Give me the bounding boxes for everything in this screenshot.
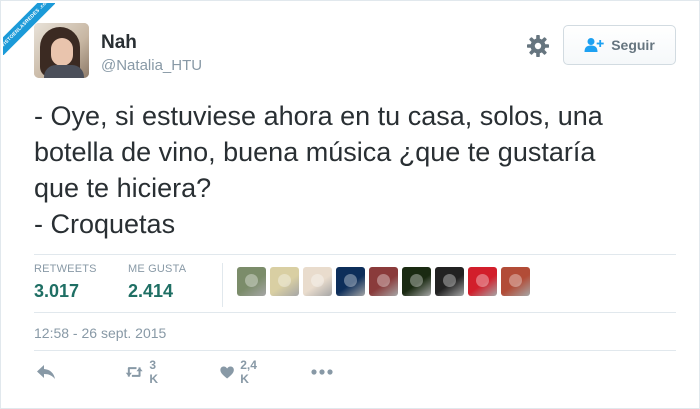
retweets-label: RETWEETS bbox=[34, 263, 97, 275]
tweet-text: - Oye, si estuviese ahora en tu casa, so… bbox=[34, 98, 674, 242]
divider bbox=[34, 350, 676, 351]
like-button[interactable]: 2,4 K bbox=[220, 358, 262, 386]
liker-avatar[interactable] bbox=[468, 267, 497, 296]
retweets-stat[interactable]: RETWEETS 3.017 bbox=[34, 263, 97, 302]
likes-label: ME GUSTA bbox=[128, 263, 187, 275]
gear-icon[interactable] bbox=[526, 34, 550, 58]
more-button[interactable] bbox=[311, 358, 333, 386]
liker-avatar[interactable] bbox=[435, 267, 464, 296]
tweet-line: - Oye, si estuviese ahora en tu casa, so… bbox=[34, 101, 603, 131]
retweet-count: 3 K bbox=[149, 358, 159, 386]
divider bbox=[34, 254, 676, 255]
liker-avatar[interactable] bbox=[303, 267, 332, 296]
reply-icon bbox=[37, 365, 55, 379]
timestamp[interactable]: 12:58 - 26 sept. 2015 bbox=[34, 325, 166, 341]
retweets-value: 3.017 bbox=[34, 281, 80, 301]
more-icon bbox=[311, 369, 333, 375]
follow-button[interactable]: Seguir bbox=[563, 25, 676, 65]
follow-label: Seguir bbox=[611, 37, 655, 53]
liker-avatar[interactable] bbox=[369, 267, 398, 296]
tweet-line: - Croquetas bbox=[34, 209, 176, 239]
tweet-line: que te hiciera? bbox=[34, 173, 212, 203]
stats-separator bbox=[222, 263, 223, 307]
tweet-card: VISTOENLASREDES .com Nah @Natalia_HTU Se… bbox=[0, 0, 700, 409]
reply-button[interactable] bbox=[36, 358, 56, 386]
tweet-line: botella de vino, buena música ¿que te gu… bbox=[34, 137, 596, 167]
like-count: 2,4 K bbox=[240, 358, 257, 386]
liker-avatar[interactable] bbox=[270, 267, 299, 296]
liker-avatar[interactable] bbox=[336, 267, 365, 296]
likes-value: 2.414 bbox=[128, 281, 174, 301]
retweet-icon bbox=[125, 367, 143, 377]
liker-avatars bbox=[237, 267, 530, 296]
retweet-button[interactable]: 3 K bbox=[125, 358, 164, 386]
likes-stat[interactable]: ME GUSTA 2.414 bbox=[128, 263, 186, 302]
heart-icon bbox=[220, 366, 234, 378]
divider bbox=[34, 312, 676, 313]
liker-avatar[interactable] bbox=[501, 267, 530, 296]
display-name[interactable]: Nah bbox=[101, 32, 137, 54]
liker-avatar[interactable] bbox=[402, 267, 431, 296]
avatar[interactable] bbox=[34, 23, 89, 78]
add-user-icon bbox=[584, 38, 604, 52]
user-handle[interactable]: @Natalia_HTU bbox=[101, 57, 202, 74]
liker-avatar[interactable] bbox=[237, 267, 266, 296]
